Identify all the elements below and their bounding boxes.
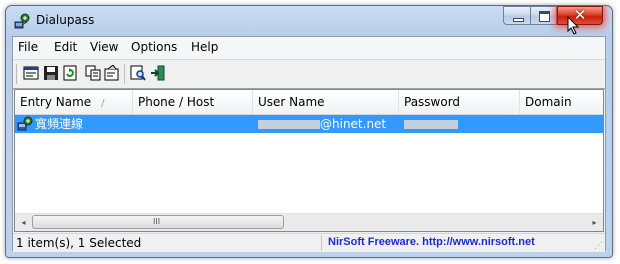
column-entry-name-label: Entry Name	[20, 95, 92, 109]
toolbar-grip[interactable]	[16, 64, 20, 84]
menu-options[interactable]: Options	[131, 40, 177, 54]
mouse-cursor-icon	[567, 16, 580, 35]
redacted-user-name	[258, 120, 320, 129]
password-cell	[404, 116, 458, 132]
column-domain[interactable]: Domain	[520, 90, 603, 114]
dialup-entry-icon	[17, 116, 33, 131]
maximize-button[interactable]	[530, 6, 557, 25]
options-icon[interactable]	[104, 65, 120, 81]
app-window: Dialupass ✕ File Edit View Options Help	[5, 5, 613, 258]
scroll-right-arrow[interactable]: ▸	[586, 214, 603, 231]
column-password[interactable]: Password	[399, 90, 520, 114]
maximize-icon	[539, 11, 550, 22]
resize-grip-icon[interactable]: ⋰	[594, 241, 603, 251]
user-name-domain: @hinet.net	[320, 117, 387, 131]
scroll-thumb[interactable]: III	[32, 215, 284, 229]
toolbar-separator	[124, 64, 125, 84]
menu-file[interactable]: File	[18, 40, 38, 54]
user-name-cell: @hinet.net	[258, 116, 386, 132]
status-item-count: 1 item(s), 1 Selected	[16, 236, 142, 250]
menu-view[interactable]: View	[90, 40, 118, 54]
window-title: Dialupass	[36, 13, 95, 27]
properties-icon[interactable]	[23, 65, 39, 81]
client-area: File Edit View Options Help Entry Name /…	[12, 36, 606, 252]
find-icon[interactable]	[130, 65, 146, 81]
status-bar: 1 item(s), 1 Selected NirSoft Freeware. …	[13, 233, 605, 252]
menu-bar: File Edit View Options Help	[13, 37, 605, 60]
scroll-left-arrow[interactable]: ◂	[15, 214, 32, 231]
save-icon[interactable]	[43, 65, 59, 81]
list-header: Entry Name / Phone / Host User Name Passw…	[15, 90, 603, 115]
entry-name-cell: 寬頻連線	[35, 117, 84, 131]
minimize-icon	[513, 18, 524, 22]
menu-edit[interactable]: Edit	[54, 40, 77, 54]
minimize-button[interactable]	[503, 6, 530, 25]
title-bar[interactable]: Dialupass ✕	[6, 6, 612, 36]
horizontal-scrollbar[interactable]: ◂ III ▸	[15, 213, 603, 231]
copy-icon[interactable]	[85, 65, 101, 81]
menu-help[interactable]: Help	[191, 40, 218, 54]
entries-list[interactable]: Entry Name / Phone / Host User Name Passw…	[14, 89, 604, 232]
status-divider	[321, 235, 322, 251]
column-phone-host[interactable]: Phone / Host	[133, 90, 253, 114]
nirsoft-link[interactable]: NirSoft Freeware. http://www.nirsoft.net	[328, 236, 535, 248]
refresh-icon[interactable]	[62, 65, 78, 81]
list-item[interactable]: 寬頻連線 @hinet.net	[15, 115, 603, 133]
sort-indicator: /	[101, 98, 105, 109]
redacted-password	[404, 120, 458, 129]
dialup-app-icon	[14, 13, 30, 29]
scroll-thumb-grip: III	[153, 217, 161, 226]
exit-icon[interactable]	[150, 65, 166, 81]
column-user-name[interactable]: User Name	[253, 90, 399, 114]
column-entry-name[interactable]: Entry Name /	[15, 90, 133, 114]
toolbar	[13, 60, 605, 89]
